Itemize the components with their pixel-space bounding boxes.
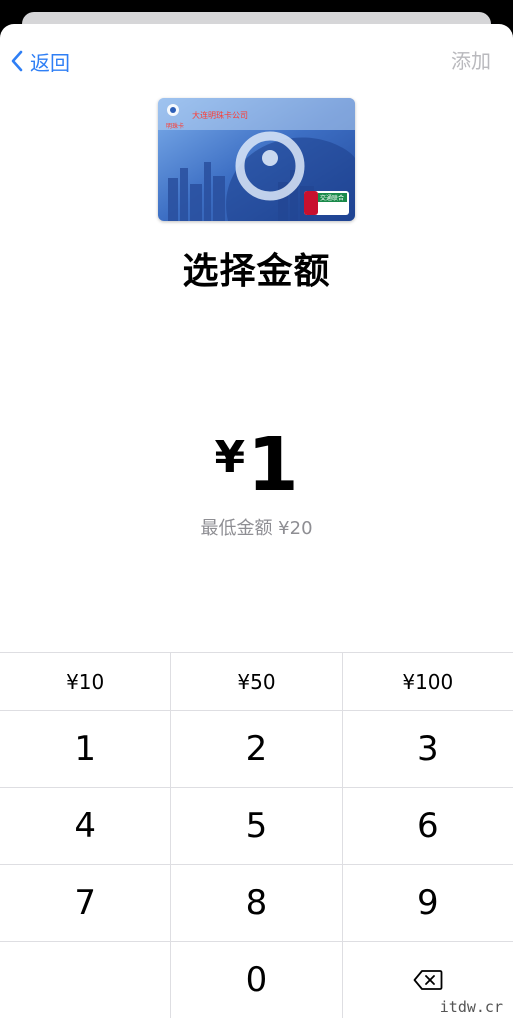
- currency-symbol: ¥: [214, 432, 246, 483]
- keypad-row-4: 0: [0, 942, 513, 1018]
- preset-100-button[interactable]: ¥100: [343, 653, 513, 710]
- card-badge-text: 交通联合: [320, 194, 344, 202]
- keypad-row-1: 1 2 3: [0, 711, 513, 788]
- add-button[interactable]: 添加: [451, 46, 491, 76]
- key-0[interactable]: 0: [171, 942, 343, 1018]
- key-2[interactable]: 2: [171, 711, 343, 787]
- minimum-amount-hint: 最低金额 ¥20: [200, 518, 313, 539]
- key-4[interactable]: 4: [0, 788, 172, 864]
- transit-card-image: 交通联合 大连明珠卡公司 明珠卡: [158, 98, 355, 221]
- page-title: 选择金额: [182, 251, 331, 292]
- key-5[interactable]: 5: [171, 788, 343, 864]
- key-9[interactable]: 9: [343, 865, 513, 941]
- amount-value: 1: [247, 422, 299, 508]
- chevron-left-icon: [11, 50, 23, 72]
- card-issuer-text: 大连明珠卡公司: [192, 111, 248, 120]
- selected-amount: ¥1: [0, 422, 513, 508]
- key-7[interactable]: 7: [0, 865, 172, 941]
- preset-row: ¥10 ¥50 ¥100: [0, 653, 513, 711]
- card-name-text: 明珠卡: [166, 123, 185, 130]
- watermark-text: itdw.cr: [439, 998, 503, 1016]
- keypad-row-3: 7 8 9: [0, 865, 513, 942]
- preset-50-button[interactable]: ¥50: [171, 653, 343, 710]
- keypad-row-2: 4 5 6: [0, 788, 513, 865]
- preset-10-button[interactable]: ¥10: [0, 653, 172, 710]
- key-8[interactable]: 8: [171, 865, 343, 941]
- key-1[interactable]: 1: [0, 711, 172, 787]
- key-3[interactable]: 3: [343, 711, 513, 787]
- backspace-icon: [413, 970, 443, 990]
- top-up-sheet: 返回 添加 交通联合 大连明珠卡公司 明珠卡 选择金额 ¥1 最低金额 ¥20 …: [0, 24, 513, 1024]
- amount-keypad: ¥10 ¥50 ¥100 1 2 3 4 5 6 7 8 9 0: [0, 652, 513, 1024]
- back-label: 返回: [30, 50, 70, 75]
- back-button[interactable]: 返回: [10, 46, 70, 76]
- key-empty: [0, 942, 172, 1018]
- key-6[interactable]: 6: [343, 788, 513, 864]
